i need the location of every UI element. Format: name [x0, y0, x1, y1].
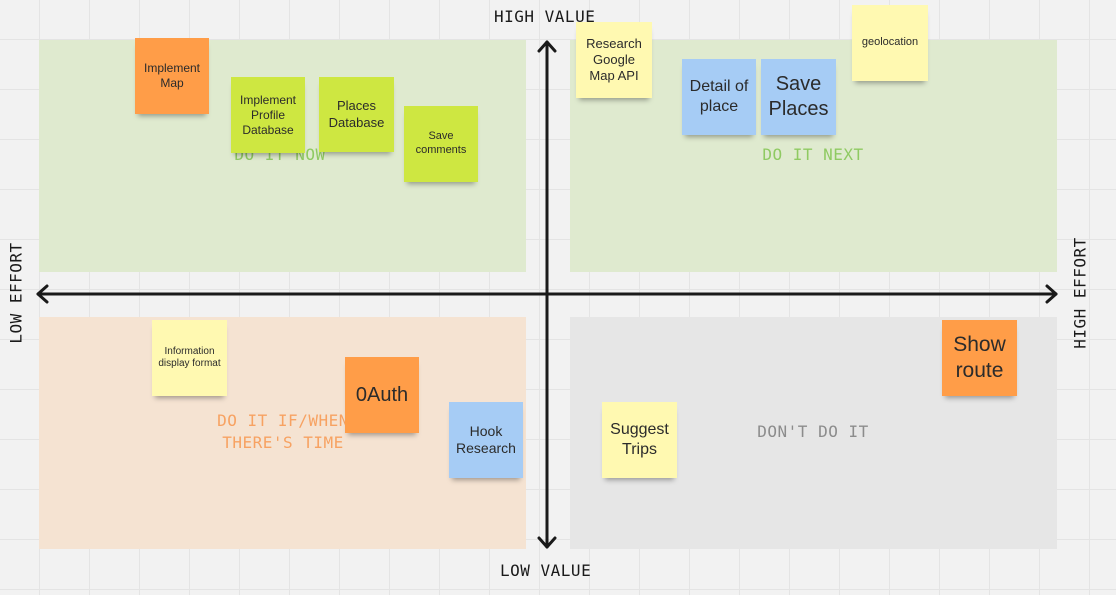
sticky-note-places-database[interactable]: Places Database [319, 77, 394, 152]
sticky-note-research-google-map-api[interactable]: Research Google Map API [576, 22, 652, 98]
axis-label-high-effort: HIGH EFFORT [1070, 237, 1090, 349]
sticky-note-hook-research[interactable]: Hook Research [449, 402, 523, 478]
sticky-note-implement-profile-database[interactable]: Implement Profile Database [231, 77, 305, 153]
prioritization-matrix-board: DO IT NOW DO IT NEXT DO IT IF/WHEN THERE… [0, 0, 1116, 595]
sticky-note-information-display-format[interactable]: Information display format [152, 320, 227, 396]
axis-label-low-effort: LOW EFFORT [6, 242, 26, 344]
sticky-note-suggest-trips[interactable]: Suggest Trips [602, 402, 677, 478]
axis-label-low-value: LOW VALUE [500, 561, 592, 580]
sticky-note-oauth[interactable]: 0Auth [345, 357, 419, 433]
sticky-note-geolocation[interactable]: geolocation [852, 5, 928, 81]
sticky-note-implement-map[interactable]: Implement Map [135, 38, 209, 114]
sticky-note-detail-of-place[interactable]: Detail of place [682, 59, 756, 135]
sticky-note-save-places[interactable]: Save Places [761, 59, 836, 135]
sticky-note-save-comments[interactable]: Save comments [404, 106, 478, 182]
sticky-note-show-route[interactable]: Show route [942, 320, 1017, 396]
